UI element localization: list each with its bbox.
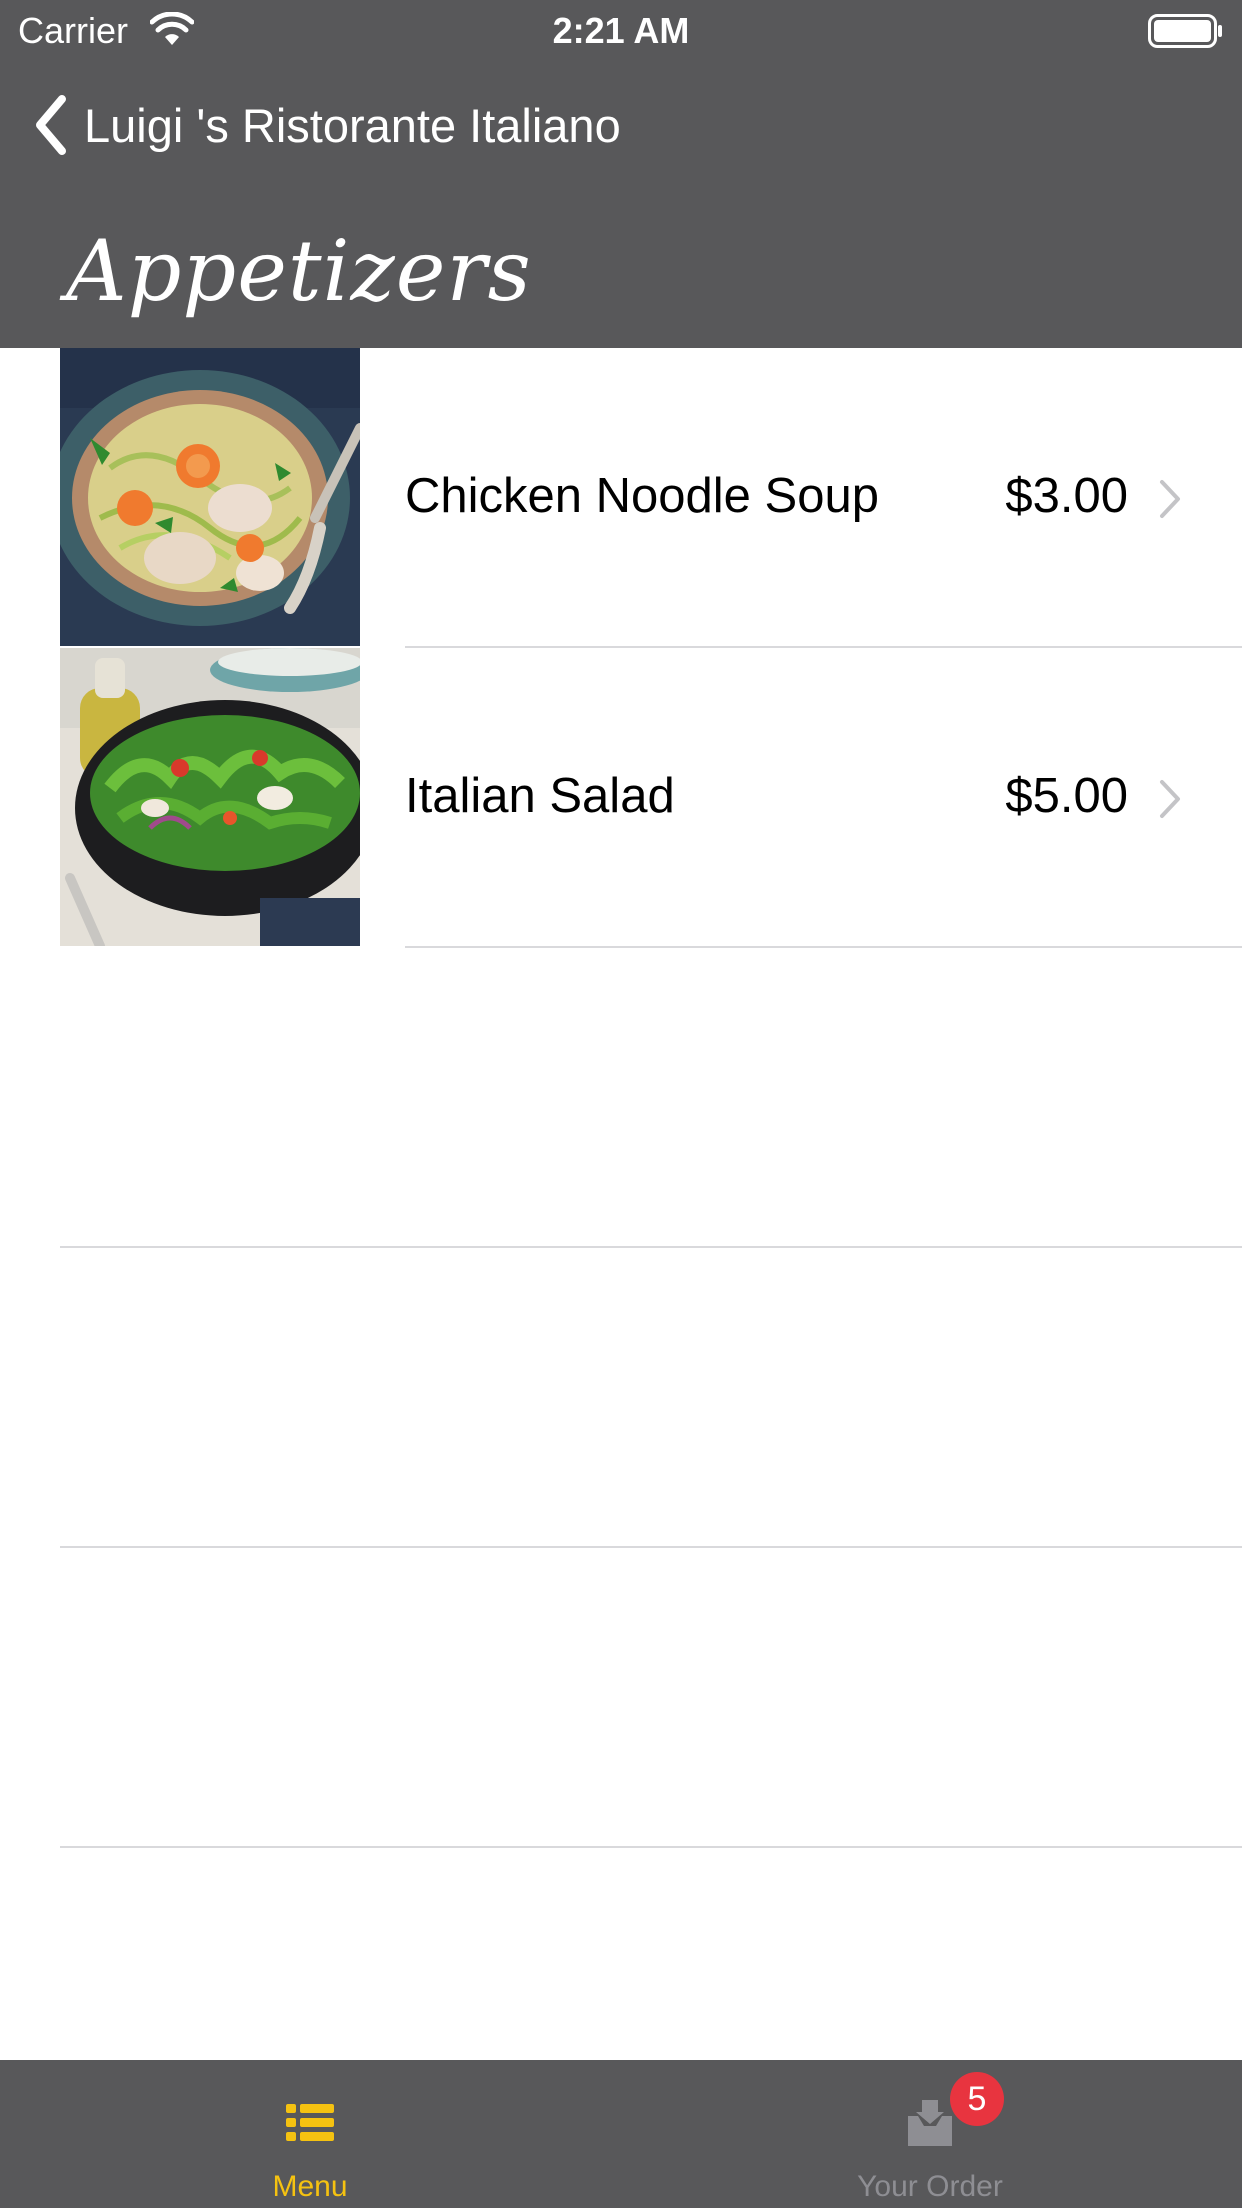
chicken-noodle-soup-image bbox=[60, 348, 360, 646]
tab-label: Menu bbox=[272, 2170, 348, 2203]
status-time: 2:21 AM bbox=[552, 10, 690, 51]
chevron-left-icon bbox=[36, 95, 66, 155]
chevron-right-icon bbox=[1160, 780, 1180, 818]
chevron-right-icon bbox=[1160, 480, 1180, 518]
item-price: $3.00 bbox=[1005, 469, 1128, 523]
header: Carrier 2:21 AM Luigi 's Ristorante Ital… bbox=[0, 0, 1242, 348]
empty-row-separator bbox=[60, 1246, 1242, 1248]
back-button-label: Luigi 's Ristorante Italiano bbox=[84, 98, 621, 152]
tab-your-order[interactable]: 5 Your Order bbox=[620, 2060, 1240, 2208]
item-name: Chicken Noodle Soup bbox=[405, 469, 879, 523]
list-item[interactable]: Italian Salad $5.00 bbox=[0, 648, 1242, 948]
menu-list: Chicken Noodle Soup $3.00 Italian Salad … bbox=[0, 348, 1242, 948]
navigation-bar: Luigi 's Ristorante Italiano bbox=[0, 60, 1242, 190]
tab-label: Your Order bbox=[857, 2170, 1003, 2203]
order-count-badge: 5 bbox=[950, 2072, 1004, 2126]
section-title: Appetizers bbox=[66, 222, 532, 320]
list-icon bbox=[286, 2104, 334, 2141]
empty-row-separator bbox=[60, 1546, 1242, 1548]
tab-menu[interactable]: Menu bbox=[0, 2060, 620, 2208]
item-name: Italian Salad bbox=[405, 769, 675, 823]
item-price: $5.00 bbox=[1005, 769, 1128, 823]
empty-row-separator bbox=[60, 1846, 1242, 1848]
row-separator bbox=[405, 946, 1242, 948]
battery-icon bbox=[1148, 14, 1222, 48]
list-item[interactable]: Chicken Noodle Soup $3.00 bbox=[0, 348, 1242, 648]
tab-bar: Menu 5 Your Order bbox=[0, 2060, 1242, 2208]
status-bar: Carrier 2:21 AM bbox=[0, 0, 1242, 60]
italian-salad-image bbox=[60, 648, 360, 946]
back-button[interactable]: Luigi 's Ristorante Italiano bbox=[30, 90, 621, 160]
